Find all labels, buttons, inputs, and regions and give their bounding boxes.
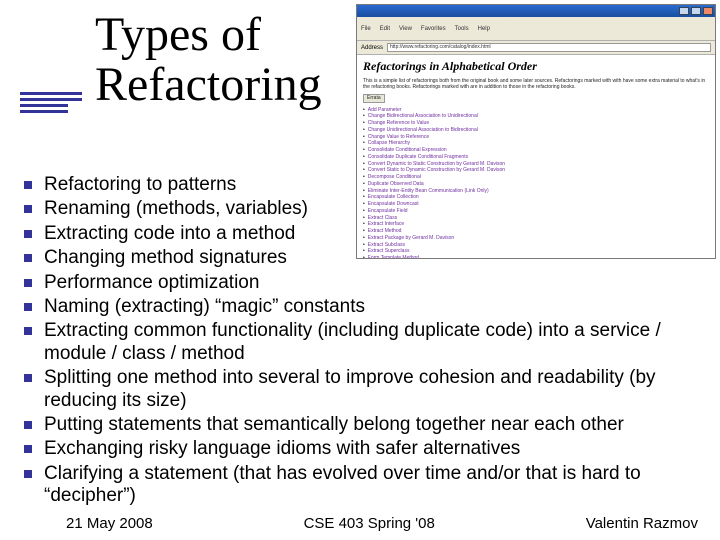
bullet-item: Performance optimization bbox=[20, 272, 706, 294]
bullet-item: Extracting common functionality (includi… bbox=[20, 320, 706, 365]
bullet-item: Naming (extracting) “magic” constants bbox=[20, 296, 706, 318]
maximize-icon bbox=[691, 7, 701, 15]
browser-titlebar bbox=[357, 5, 715, 17]
bullet-item: Renaming (methods, variables) bbox=[20, 198, 706, 220]
refactoring-item: Add Parameter bbox=[363, 107, 709, 114]
bullet-item: Clarifying a statement (that has evolved… bbox=[20, 463, 706, 508]
refactoring-item: Convert Dynamic to Static Construction b… bbox=[363, 161, 709, 168]
slide-footer: 21 May 2008 CSE 403 Spring '08 Valentin … bbox=[0, 515, 720, 532]
page-description: This is a simple list of refactorings bo… bbox=[363, 78, 709, 91]
title-decoration bbox=[20, 92, 82, 113]
url-field: http://www.refactoring.com/catalog/index… bbox=[387, 43, 711, 52]
page-heading: Refactorings in Alphabetical Order bbox=[363, 59, 709, 75]
refactoring-item: Change Reference to Value bbox=[363, 120, 709, 127]
title-line-2: Refactoring bbox=[95, 60, 322, 110]
close-icon bbox=[703, 7, 713, 15]
bullet-item: Splitting one method into several to imp… bbox=[20, 367, 706, 412]
refactoring-item: Collapse Hierarchy bbox=[363, 140, 709, 147]
errata-link: Errata bbox=[363, 94, 385, 103]
refactoring-item: Change Value to Reference bbox=[363, 134, 709, 141]
footer-author: Valentin Razmov bbox=[586, 515, 698, 532]
footer-date: 21 May 2008 bbox=[66, 515, 153, 532]
title-line-1: Types of bbox=[95, 10, 322, 60]
browser-menubar: FileEditViewFavoritesToolsHelp bbox=[357, 17, 715, 41]
slide-title: Types of Refactoring bbox=[95, 10, 322, 111]
refactoring-item: Change Unidirectional Association to Bid… bbox=[363, 127, 709, 134]
footer-course: CSE 403 Spring '08 bbox=[304, 515, 435, 532]
bullet-item: Exchanging risky language idioms with sa… bbox=[20, 438, 706, 460]
refactoring-item: Change Bidirectional Association to Unid… bbox=[363, 113, 709, 120]
bullet-item: Putting statements that semantically bel… bbox=[20, 414, 706, 436]
browser-addressbar: Address http://www.refactoring.com/catal… bbox=[357, 41, 715, 55]
refactoring-item: Consolidate Conditional Expression bbox=[363, 147, 709, 154]
slide-bullets: Refactoring to patternsRenaming (methods… bbox=[20, 174, 706, 510]
bullet-item: Refactoring to patterns bbox=[20, 174, 706, 196]
bullet-item: Changing method signatures bbox=[20, 247, 706, 269]
bullet-item: Extracting code into a method bbox=[20, 223, 706, 245]
minimize-icon bbox=[679, 7, 689, 15]
refactoring-item: Consolidate Duplicate Conditional Fragme… bbox=[363, 154, 709, 161]
